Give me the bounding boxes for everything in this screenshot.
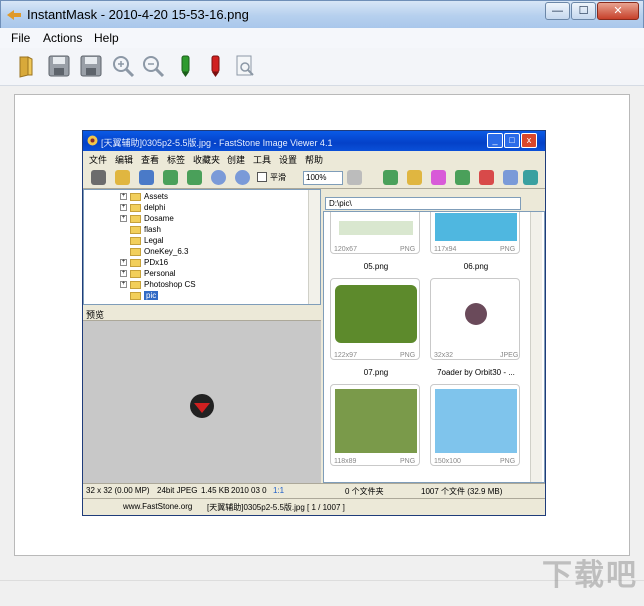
embedded-title: [天翼辅助]0305p2-5.5版.jpg - FastStone Image … — [101, 138, 333, 148]
embedded-menu-item: 文件 — [89, 155, 108, 165]
path-field: D:\pic\ — [325, 197, 521, 210]
thumb-name: 06.png — [463, 262, 489, 271]
preview-header: 预览 — [83, 307, 321, 321]
save-icon — [139, 170, 154, 185]
thumb-size: 118x89 — [334, 458, 357, 465]
tree-item: Legal — [130, 236, 164, 247]
embedded-menu-item: 设置 — [279, 155, 298, 165]
embedded-maximize-icon: □ — [504, 133, 520, 148]
embedded-title-bar: [天翼辅助]0305p2-5.5版.jpg - FastStone Image … — [83, 131, 545, 151]
thumbnail — [330, 384, 420, 466]
zoom-in-icon[interactable] — [110, 53, 136, 79]
maximize-button[interactable]: ☐ — [571, 2, 596, 20]
thumb-size: 120x67 — [334, 246, 357, 253]
window-title: InstantMask - 2010-4-20 15-53-16.png — [27, 7, 249, 22]
rotate-icon — [455, 170, 470, 185]
thumb-name: 07.png — [363, 368, 389, 377]
thumb-format: PNG — [400, 458, 416, 465]
tree-item: + Personal — [120, 269, 176, 278]
menu-actions[interactable]: Actions — [43, 31, 82, 45]
rotate-icon — [479, 170, 494, 185]
folder-icon — [115, 170, 130, 185]
embedded-menu-item: 创建 — [227, 155, 246, 165]
tree-item: OneKey_6.3 — [130, 247, 188, 258]
save-icon[interactable] — [46, 53, 72, 79]
thumb-format: PNG — [400, 352, 416, 359]
tree-item: + Photoshop CS — [120, 280, 196, 289]
loaded-image: [天翼辅助]0305p2-5.5版.jpg - FastStone Image … — [82, 130, 546, 516]
thumbnail — [430, 278, 520, 360]
embedded-menu-item: 标签 — [167, 155, 186, 165]
back-icon — [163, 170, 178, 185]
fullscreen-icon — [523, 170, 538, 185]
app-icon — [7, 10, 21, 20]
thumb-format: PNG — [400, 246, 416, 253]
thumb-name: 7oader by Orbit30 - ... — [437, 368, 515, 377]
thumb-format: PNG — [500, 246, 516, 253]
zoom-out-icon[interactable] — [140, 53, 166, 79]
nav-icon — [431, 170, 446, 185]
embedded-menu-item: 收藏夹 — [193, 155, 221, 165]
minimize-button[interactable]: — — [545, 2, 570, 20]
embedded-menu-item: 编辑 — [115, 155, 134, 165]
close-button[interactable]: ✕ — [597, 2, 639, 20]
embedded-menu-item: 查看 — [141, 155, 160, 165]
thumb-format: PNG — [500, 458, 516, 465]
watermark: 下载吧 — [542, 559, 638, 592]
grid-icon — [503, 170, 518, 185]
thumb-size: 150x100 — [434, 458, 461, 465]
tree-item: + delphi — [120, 203, 166, 212]
tree-item: + Dosame — [120, 214, 174, 223]
thumb-format: JPEG — [500, 352, 519, 359]
thumb-size: 117x94 — [434, 246, 457, 253]
embedded-footer-bar: www.FastStone.org [天翼辅助]0305p2-5.5版.jpg … — [83, 498, 545, 515]
embedded-menu-item: 帮助 — [305, 155, 324, 165]
faststone-icon — [87, 135, 98, 146]
title-bar: InstantMask - 2010-4-20 15-53-16.png — ☐… — [0, 0, 644, 28]
thumb-size: 32x32 — [434, 352, 454, 359]
toolbar — [0, 48, 644, 86]
tree-item-selected: pic — [130, 291, 159, 302]
embedded-status-bar: 32 x 32 (0.00 MP) 24bit JPEG 1.45 KB 201… — [83, 483, 545, 498]
embedded-menu-bar: 文件 编辑 查看 标签 收藏夹 创建 工具 设置 帮助 — [83, 151, 545, 167]
hand-icon — [347, 170, 362, 185]
camera-icon — [91, 170, 106, 185]
thumb-name: 05.png — [363, 262, 389, 271]
zoom-out-icon — [235, 170, 250, 185]
smooth-checkbox-icon — [257, 172, 267, 182]
zoom-select: 100% — [303, 171, 343, 185]
thumbnail — [430, 384, 520, 466]
tree-scrollbar — [308, 190, 320, 304]
preview-pane — [83, 321, 321, 483]
tree-item: + Assets — [120, 192, 169, 201]
menu-bar: File Actions Help — [0, 28, 644, 48]
menu-file[interactable]: File — [11, 31, 30, 45]
smooth-label: 平滑 — [270, 173, 286, 182]
open-folder-icon[interactable] — [14, 53, 40, 79]
green-marker-icon[interactable] — [172, 53, 198, 79]
forward-icon — [187, 170, 202, 185]
thumbnail-grid: 120x67 PNG 05.png 117x94 PNG 06.png 122x… — [323, 211, 545, 483]
embedded-close-icon: x — [521, 133, 537, 148]
save-as-icon[interactable] — [78, 53, 104, 79]
embedded-minimize-icon: _ — [487, 133, 503, 148]
red-marker-icon[interactable] — [202, 53, 228, 79]
thumbnail — [330, 278, 420, 360]
thumb-size: 122x97 — [334, 352, 357, 359]
tree-item: flash — [130, 225, 161, 236]
thumbnail-scrollbar — [530, 212, 542, 482]
tree-item: + PDx16 — [120, 258, 169, 267]
preview-thumbnail — [190, 394, 214, 418]
embedded-path-bar: D:\pic\ — [323, 189, 545, 211]
zoom-in-icon — [211, 170, 226, 185]
nav-icon — [383, 170, 398, 185]
folder-tree: + Assets + delphi + Dosame flash Legal OneK… — [83, 189, 321, 305]
embedded-menu-item: 工具 — [253, 155, 272, 165]
embedded-toolbar: 平滑 100% — [83, 167, 545, 189]
menu-help[interactable]: Help — [94, 31, 119, 45]
nav-icon — [407, 170, 422, 185]
fit-page-icon[interactable] — [232, 53, 258, 79]
